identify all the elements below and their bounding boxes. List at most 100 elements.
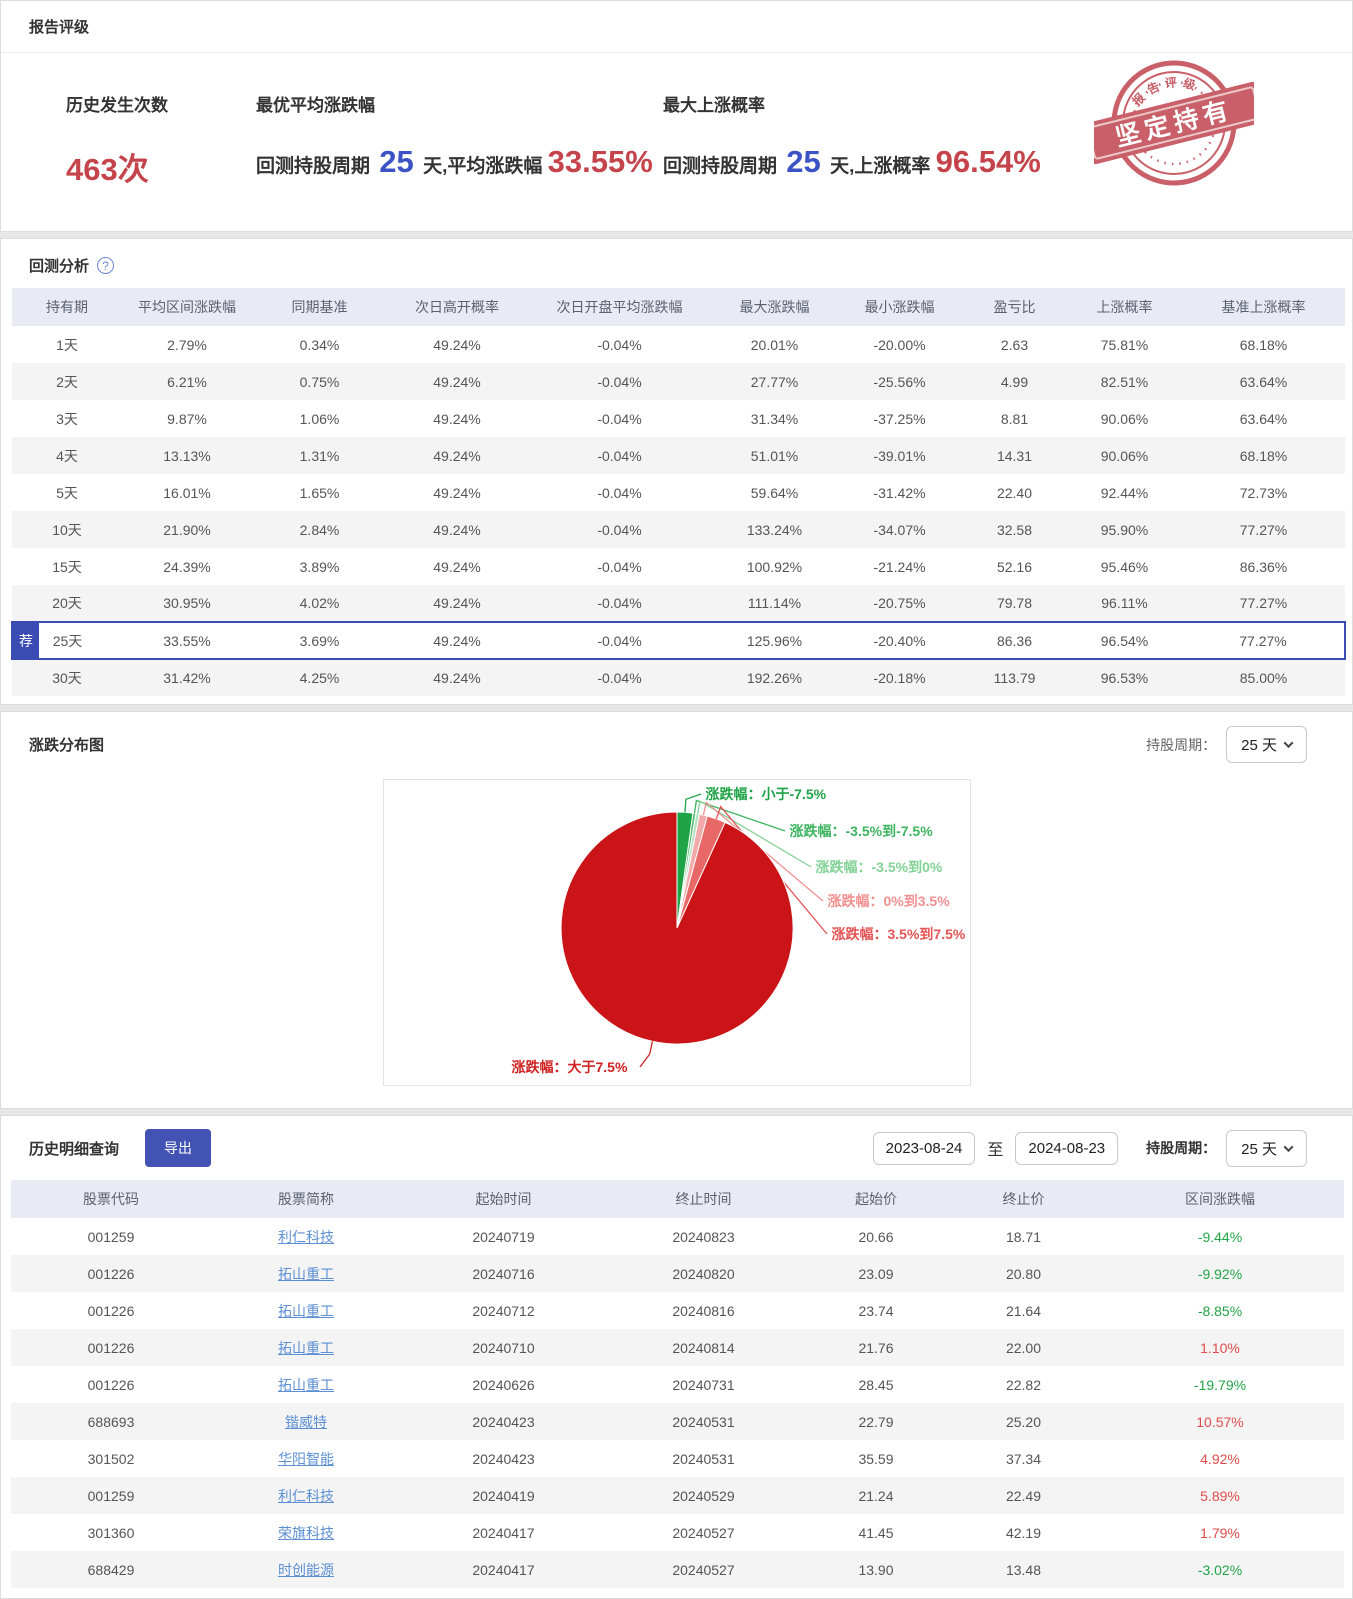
history-cell: 23.74: [801, 1292, 951, 1329]
interval-change-cell: -3.02%: [1096, 1551, 1344, 1588]
pie-slice[interactable]: [560, 811, 794, 1045]
backtest-cell: -20.00%: [837, 326, 962, 363]
history-cell: 301360: [11, 1514, 211, 1551]
stock-name-link[interactable]: 华阳智能: [278, 1451, 334, 1467]
backtest-row[interactable]: 2天 6.21% 0.75% 49.24% -0.04% 27.77% -25.56% 4.9…: [12, 363, 1345, 400]
backtest-row[interactable]: 5天 16.01% 1.65% 49.24% -0.04% 59.64% -31.42% 22…: [12, 474, 1345, 511]
backtest-cell: 20天: [12, 585, 122, 622]
backtest-cell: 77.27%: [1182, 585, 1345, 622]
backtest-cell: 14.31: [962, 437, 1067, 474]
backtest-col-header: 上涨概率: [1067, 288, 1182, 326]
backtest-row[interactable]: 20天 30.95% 4.02% 49.24% -0.04% 111.14% -20.75%…: [12, 585, 1345, 622]
backtest-cell: 100.92%: [712, 548, 837, 585]
history-period-select[interactable]: 25 天: [1226, 1129, 1307, 1167]
history-cell: 20240527: [606, 1551, 801, 1588]
backtest-table-body: 1天 2.79% 0.34% 49.24% -0.04% 20.01% -20.00% 2.6…: [11, 326, 1346, 696]
backtest-cell: 77.27%: [1182, 511, 1345, 548]
interval-change-cell: -19.79%: [1096, 1366, 1344, 1403]
history-cell: 20240423: [401, 1440, 606, 1477]
backtest-cell: 49.24%: [387, 437, 527, 474]
history-row: 001226 拓山重工 20240716 20240820 23.09 20.80 -9.9…: [11, 1255, 1344, 1292]
backtest-cell: 79.78: [962, 585, 1067, 622]
backtest-cell: -0.04%: [527, 548, 712, 585]
history-cell: 20240417: [401, 1514, 606, 1551]
pie-label: 涨跌幅：小于-7.5%: [705, 786, 827, 802]
history-cell: 20.66: [801, 1218, 951, 1255]
history-cell: 688693: [11, 1403, 211, 1440]
export-button[interactable]: 导出: [145, 1129, 212, 1167]
history-cell: 利仁科技: [211, 1477, 401, 1514]
backtest-row[interactable]: 10天 21.90% 2.84% 49.24% -0.04% 133.24% -34.07%…: [12, 511, 1345, 548]
backtest-cell: 49.24%: [387, 621, 527, 660]
pie-label: 涨跌幅：0%到3.5%: [827, 893, 950, 909]
backtest-row[interactable]: 30天 31.42% 4.25% 49.24% -0.04% 192.26% -20.18%…: [12, 659, 1345, 696]
history-cell: 利仁科技: [211, 1218, 401, 1255]
interval-change-cell: 1.10%: [1096, 1329, 1344, 1366]
backtest-cell: 72.73%: [1182, 474, 1345, 511]
interval-change-cell: -9.92%: [1096, 1255, 1344, 1292]
backtest-row[interactable]: 15天 24.39% 3.89% 49.24% -0.04% 100.92% -21.24%…: [12, 548, 1345, 585]
rating-stamp-icon: 报告评级 坚定持有: [1082, 51, 1266, 206]
chart-period-select[interactable]: 25 天: [1226, 726, 1307, 763]
backtest-cell: 5天: [12, 474, 122, 511]
stock-name-link[interactable]: 利仁科技: [278, 1229, 334, 1245]
backtest-col-header: 盈亏比: [962, 288, 1067, 326]
history-cell: 21.64: [951, 1292, 1096, 1329]
backtest-cell: 49.24%: [387, 511, 527, 548]
stock-name-link[interactable]: 拓山重工: [278, 1303, 334, 1319]
history-header-row: 股票代码 股票简称 起始时间 终止时间 起始价 终止价 区间涨跌幅: [11, 1180, 1344, 1218]
history-period-control: 持股周期： 25 天: [1146, 1129, 1307, 1167]
stock-name-link[interactable]: 利仁科技: [278, 1488, 334, 1504]
backtest-row[interactable]: 1天 2.79% 0.34% 49.24% -0.04% 20.01% -20.00% 2.6…: [12, 326, 1345, 363]
history-row: 001259 利仁科技 20240719 20240823 20.66 18.71 -9.4…: [11, 1218, 1344, 1255]
date-to-input[interactable]: 2024-08-23: [1015, 1131, 1119, 1165]
backtest-cell: -0.04%: [527, 511, 712, 548]
stock-name-link[interactable]: 荣旗科技: [278, 1525, 334, 1541]
backtest-row[interactable]: 4天 13.13% 1.31% 49.24% -0.04% 51.01% -39.01% 14…: [12, 437, 1345, 474]
date-from-input[interactable]: 2023-08-24: [872, 1131, 976, 1165]
interval-change-cell: -9.44%: [1096, 1218, 1344, 1255]
backtest-cell: 125.96%: [712, 621, 837, 660]
backtest-cell: 2.84%: [252, 511, 387, 548]
stock-name-link[interactable]: 时创能源: [278, 1562, 334, 1578]
stat-occurrences-value: 463次: [66, 152, 149, 187]
history-cell: 22.82: [951, 1366, 1096, 1403]
backtest-cell: 133.24%: [712, 511, 837, 548]
interval-change-cell: 5.89%: [1096, 1477, 1344, 1514]
backtest-row[interactable]: 25天荐 33.55% 3.69% 49.24% -0.04% 125.96% -20.40…: [11, 621, 1346, 660]
backtest-cell: 59.64%: [712, 474, 837, 511]
history-cell: 20240626: [401, 1366, 606, 1403]
history-cell: 20240719: [401, 1218, 606, 1255]
backtest-row[interactable]: 3天 9.87% 1.06% 49.24% -0.04% 31.34% -37.25% 8.8…: [12, 400, 1345, 437]
backtest-cell: 82.51%: [1067, 363, 1182, 400]
history-cell: 20240531: [606, 1403, 801, 1440]
stock-name-link[interactable]: 拓山重工: [278, 1377, 334, 1393]
history-cell: 20240417: [401, 1551, 606, 1588]
stat-max-up-probability: 最大上涨概率 回测持股周期 25 天,上涨概率 96.54%: [663, 91, 1041, 189]
stock-name-link[interactable]: 锴威特: [285, 1414, 327, 1430]
history-col-header: 终止价: [951, 1180, 1096, 1218]
history-cell: 拓山重工: [211, 1329, 401, 1366]
pie-leader-line: [638, 1041, 653, 1068]
stat3-days: 25: [786, 144, 821, 179]
stock-name-link[interactable]: 拓山重工: [278, 1340, 334, 1356]
interval-change-cell: -8.85%: [1096, 1292, 1344, 1329]
stat-occurrences-label: 历史发生次数: [66, 96, 168, 115]
backtest-cell: 32.58: [962, 511, 1067, 548]
backtest-cell: 1.31%: [252, 437, 387, 474]
backtest-cell: -34.07%: [837, 511, 962, 548]
backtest-header-row: 持有期 平均区间涨跌幅 同期基准 次日高开概率 次日开盘平均涨跌幅 最大涨跌幅 最小涨跌幅盈…: [12, 288, 1345, 326]
history-cell: 荣旗科技: [211, 1514, 401, 1551]
backtest-cell: 22.40: [962, 474, 1067, 511]
backtest-cell: -0.04%: [527, 474, 712, 511]
backtest-cell: -31.42%: [837, 474, 962, 511]
backtest-cell: -0.04%: [527, 659, 712, 696]
history-cell: 20240731: [606, 1366, 801, 1403]
stock-name-link[interactable]: 拓山重工: [278, 1266, 334, 1282]
backtest-cell: 68.18%: [1182, 437, 1345, 474]
backtest-cell: 0.34%: [252, 326, 387, 363]
history-cell: 20240816: [606, 1292, 801, 1329]
stat-max-up-probability-label: 最大上涨概率: [663, 96, 765, 115]
distribution-section: 涨跌分布图 持股周期： 25 天 涨跌幅：小于-7.5% 涨跌幅：-3.5%到-…: [0, 711, 1353, 1109]
help-icon[interactable]: ?: [97, 257, 115, 274]
